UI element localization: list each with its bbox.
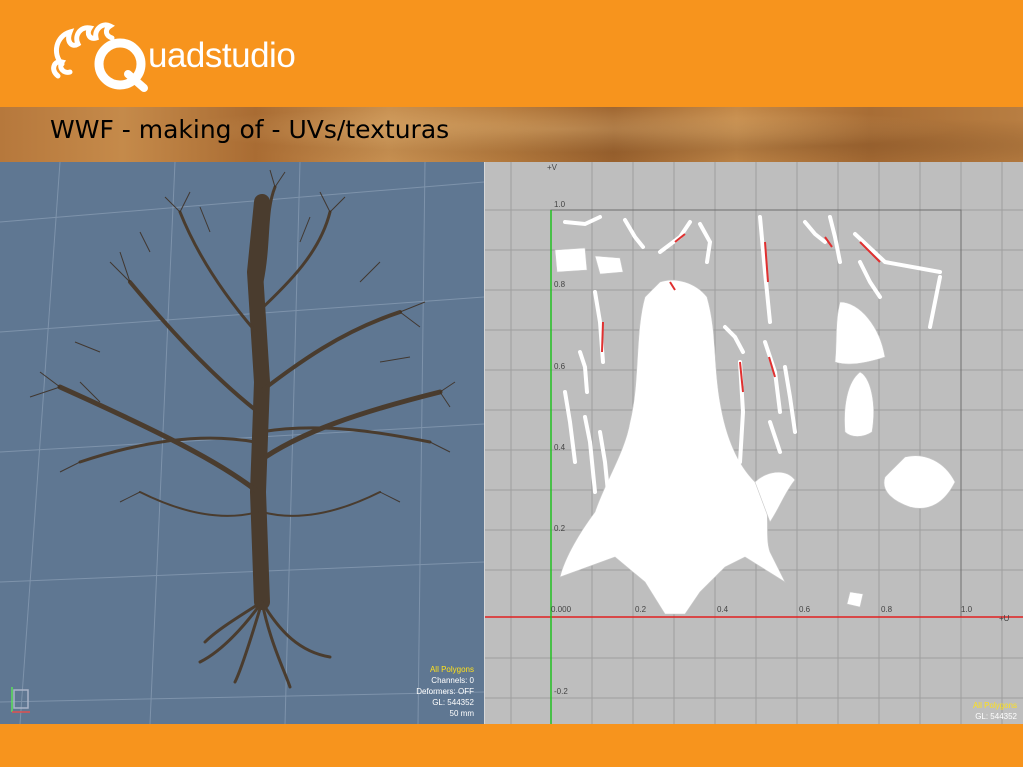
hud-channels: Channels: 0 [431,676,474,685]
v-tick-02: 0.2 [554,524,566,533]
u-tick-06: 0.6 [799,605,811,614]
v-tick-neg02: -0.2 [554,687,568,696]
hud-deformers: Deformers: OFF [416,687,474,696]
3d-viewport[interactable]: All Polygons Channels: 0 Deformers: OFF … [0,162,484,724]
logo-wordmark: uadstudio [148,36,296,75]
v-tick-06: 0.6 [554,362,566,371]
u-tick-04: 0.4 [717,605,729,614]
v-tick-04: 0.4 [554,443,566,452]
hud-mode: All Polygons [429,665,474,674]
u-tick-0: 0.000 [551,605,572,614]
uv-canopy-cone [834,301,886,365]
hud-gl: GL: 544352 [432,698,474,707]
tree-roots [198,600,332,689]
v-tick-08: 0.8 [554,280,566,289]
uv-islands [554,247,956,615]
u-axis-label: +U [999,614,1010,623]
tree-model [57,185,443,610]
u-tick-02: 0.2 [635,605,647,614]
viewport-hud: All Polygons Channels: 0 Deformers: OFF … [416,664,474,719]
v-axis-label: +V [547,163,558,172]
slide-title: WWF - making of - UVs/texturas [50,115,450,144]
uv-patch-a [554,247,588,273]
viewport-grid-and-tree [0,162,484,724]
slide-footer [0,724,1023,767]
uv-hud-gl: GL: 544352 [975,712,1017,721]
uv-patch-b [594,255,624,275]
axis-gizmo-icon [11,687,30,713]
v-tick-1: 1.0 [554,200,566,209]
uv-cylinder [844,371,874,437]
u-tick-08: 0.8 [881,605,893,614]
uv-root-cluster [883,455,956,509]
uv-small-piece [846,591,864,608]
uv-hud: All Polygons GL: 544352 [973,700,1017,722]
slide-header: uadstudio [0,0,1023,107]
quadstudio-logo: uadstudio [48,14,318,94]
hud-lens: 50 mm [449,709,474,718]
u-tick-1: 1.0 [961,605,973,614]
uv-editor-panel[interactable]: +V 1.0 0.8 0.6 0.4 0.2 -0.2 0.000 0.2 0.… [485,162,1023,724]
uv-hud-mode: All Polygons [972,701,1017,710]
uv-grid [485,162,1023,724]
